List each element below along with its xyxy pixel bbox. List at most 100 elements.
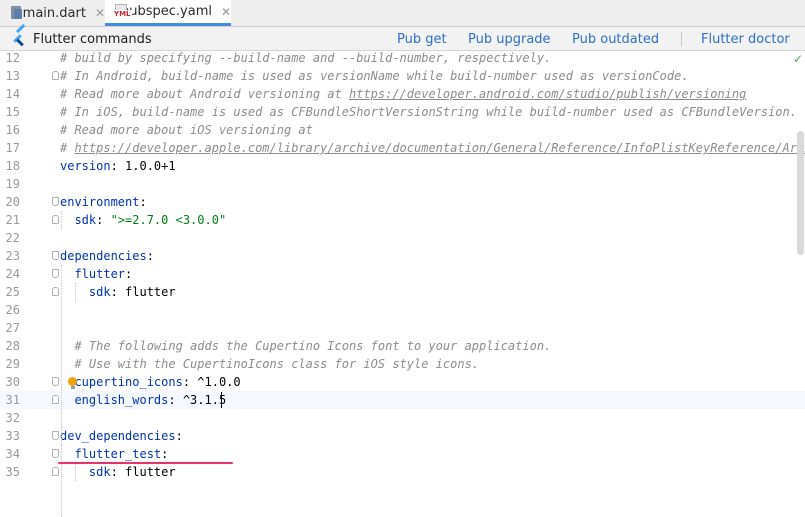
- code-line[interactable]: 16 # Read more about iOS versioning at: [0, 121, 805, 139]
- comment-text: # build by specifying --build-name and -…: [60, 51, 552, 65]
- yaml-key: cupertino_icons: [60, 375, 183, 389]
- indent-guide: [75, 463, 76, 481]
- line-number: 23: [5, 249, 20, 263]
- yaml-string-value: ">=2.7.0 <3.0.0": [103, 213, 227, 227]
- code-line[interactable]: 26: [0, 301, 805, 319]
- code-line[interactable]: 32: [0, 409, 805, 427]
- code-line[interactable]: 27: [0, 319, 805, 337]
- tab-label: pubspec.yaml: [121, 4, 212, 19]
- yaml-colon: :: [146, 249, 154, 263]
- yaml-value: ^1.0.0: [190, 375, 241, 389]
- vertical-scrollbar[interactable]: [797, 131, 804, 255]
- line-number: 14: [5, 87, 20, 101]
- code-text: # Read more about iOS versioning at: [60, 121, 313, 139]
- code-text: # In Android, build-name is used as vers…: [60, 67, 689, 85]
- fold-end-marker-icon[interactable]: [52, 71, 59, 80]
- code-line[interactable]: 18 version: 1.0.0+1: [0, 157, 805, 175]
- code-text: # In iOS, build-name is used as CFBundle…: [60, 103, 797, 121]
- code-line[interactable]: 25 sdk: flutter: [0, 283, 805, 301]
- yaml-colon: :: [182, 375, 191, 389]
- line-number: 28: [5, 339, 20, 353]
- url-link[interactable]: https://developer.android.com/studio/pub…: [349, 87, 746, 101]
- fold-marker-icon[interactable]: [52, 449, 59, 458]
- code-line[interactable]: 28 # The following adds the Cupertino Ic…: [0, 337, 805, 355]
- yaml-key: english_words: [60, 393, 169, 407]
- close-icon[interactable]: ✕: [95, 6, 105, 20]
- yaml-key: sdk: [60, 285, 111, 299]
- comment-text: # In iOS, build-name is used as CFBundle…: [60, 105, 797, 119]
- line-number: 34: [5, 447, 20, 461]
- line-number: 27: [5, 321, 20, 335]
- fold-marker-icon[interactable]: [52, 431, 59, 440]
- pub-upgrade-button[interactable]: Pub upgrade: [468, 27, 551, 51]
- code-line[interactable]: 12 # build by specifying --build-name and…: [0, 49, 805, 67]
- flutter-doctor-button[interactable]: Flutter doctor: [701, 27, 790, 51]
- fold-end-marker-icon[interactable]: [52, 287, 59, 296]
- yaml-key: flutter: [60, 267, 126, 281]
- code-line[interactable]: 19: [0, 175, 805, 193]
- line-number: 32: [5, 411, 20, 425]
- code-line[interactable]: 13 # In Android, build-name is used as ve…: [0, 67, 805, 85]
- fold-marker-icon[interactable]: [52, 197, 59, 206]
- editor-tab-bar: main.dart ✕ YML pubspec.yaml ✕: [0, 0, 805, 27]
- tab-label: main.dart: [22, 5, 86, 21]
- code-text: version: 1.0.0+1: [60, 157, 176, 175]
- code-line[interactable]: 17 # https://developer.apple.com/library/…: [0, 139, 805, 157]
- line-number: 16: [5, 123, 20, 137]
- url-link[interactable]: https://developer.apple.com/library/arch…: [74, 141, 805, 155]
- intention-bulb-stem: [71, 386, 75, 389]
- intention-bulb-icon[interactable]: [68, 377, 77, 386]
- code-line[interactable]: 14 # Read more about Android versioning a…: [0, 85, 805, 103]
- code-editor[interactable]: 12 # build by specifying --build-name and…: [0, 49, 805, 517]
- code-line[interactable]: 15 # In iOS, build-name is used as CFBund…: [0, 103, 805, 121]
- line-number: 18: [5, 159, 20, 173]
- fold-marker-icon[interactable]: [52, 269, 59, 278]
- yaml-key: dev_dependencies: [60, 429, 176, 443]
- fold-end-marker-icon[interactable]: [52, 467, 59, 476]
- code-text: # Read more about Android versioning at …: [60, 85, 746, 103]
- flutter-commands-title: Flutter commands: [12, 23, 152, 51]
- pub-outdated-button[interactable]: Pub outdated: [572, 27, 659, 51]
- code-text: cupertino_icons: ^1.0.0: [60, 373, 241, 391]
- code-line[interactable]: 34 flutter_test:: [0, 445, 805, 463]
- line-number: 19: [5, 177, 20, 191]
- code-text: # The following adds the Cupertino Icons…: [60, 337, 551, 355]
- code-line[interactable]: 35 sdk: flutter: [0, 463, 805, 481]
- yaml-key: sdk: [60, 465, 111, 479]
- fold-marker-icon[interactable]: [52, 377, 59, 386]
- code-line[interactable]: 24 flutter:: [0, 265, 805, 283]
- pub-get-button[interactable]: Pub get: [397, 27, 447, 51]
- code-line[interactable]: 20 environment:: [0, 193, 805, 211]
- tab-main-dart[interactable]: main.dart ✕: [0, 0, 105, 26]
- yaml-value: flutter: [117, 465, 176, 479]
- code-text: flutter_test:: [60, 445, 168, 463]
- tab-pubspec-yaml[interactable]: YML pubspec.yaml ✕: [105, 0, 231, 26]
- code-line[interactable]: 29 # Use with the CupertinoIcons class f…: [0, 355, 805, 373]
- code-line[interactable]: 33 dev_dependencies:: [0, 427, 805, 445]
- code-line[interactable]: 31 english_words: ^3.1.5: [0, 391, 805, 409]
- yaml-colon: :: [161, 447, 169, 461]
- line-number: 29: [5, 357, 20, 371]
- line-number: 12: [5, 51, 20, 65]
- yaml-colon: :: [125, 267, 133, 281]
- fold-end-marker-icon[interactable]: [52, 215, 59, 224]
- code-text: # https://developer.apple.com/library/ar…: [60, 139, 805, 157]
- comment-text: # Read more about Android versioning at: [60, 87, 349, 101]
- yaml-value: ^3.1.5: [175, 393, 227, 407]
- comment-text: # Read more about iOS versioning at: [60, 123, 313, 137]
- code-line[interactable]: 23 dependencies:: [0, 247, 805, 265]
- fold-end-marker-icon[interactable]: [52, 395, 59, 404]
- code-text: flutter:: [60, 265, 132, 283]
- yaml-key: version: [60, 159, 111, 173]
- code-line[interactable]: 22: [0, 229, 805, 247]
- annotation-underline: [58, 462, 233, 464]
- code-line[interactable]: 21 sdk: ">=2.7.0 <3.0.0": [0, 211, 805, 229]
- code-line[interactable]: 30 cupertino_icons: ^1.0.0: [0, 373, 805, 391]
- flutter-logo-icon: [12, 23, 26, 47]
- fold-marker-icon[interactable]: [52, 251, 59, 260]
- close-icon[interactable]: ✕: [221, 5, 231, 19]
- line-number: 21: [5, 213, 20, 227]
- line-number: 24: [5, 267, 20, 281]
- yaml-colon: :: [110, 285, 118, 299]
- yaml-key: environment: [60, 195, 140, 209]
